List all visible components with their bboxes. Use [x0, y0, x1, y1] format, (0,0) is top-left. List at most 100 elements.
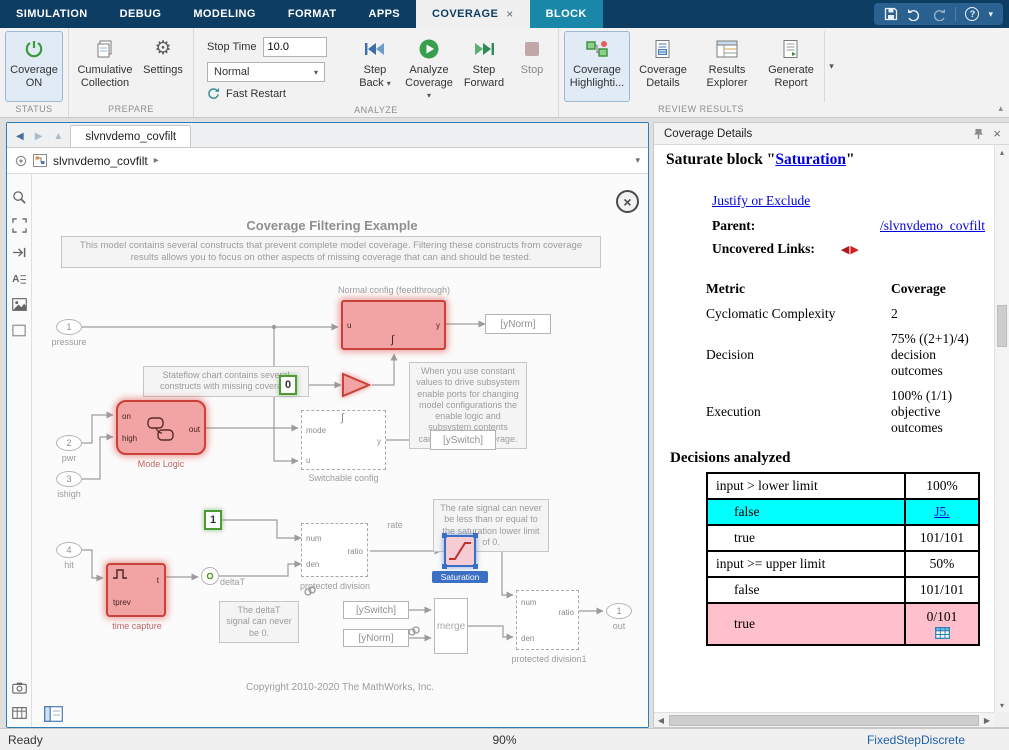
tab-coverage[interactable]: COVERAGE × — [416, 0, 530, 28]
metric-summary-table: Metric Coverage Cyclomatic Complexity 2 … — [706, 281, 985, 436]
redo-icon[interactable] — [931, 8, 946, 21]
coverage-on-button[interactable]: Coverage ON — [5, 31, 63, 102]
decision-count: 0/101 — [927, 609, 958, 625]
breadcrumb-dropdown-icon[interactable]: ▾ — [635, 155, 640, 166]
zoom-icon[interactable] — [12, 190, 27, 205]
tab-debug[interactable]: DEBUG — [104, 0, 178, 28]
horizontal-scrollbar[interactable]: ◀ ▶ — [654, 712, 994, 727]
close-coverage-highlighting-button[interactable]: × — [616, 190, 639, 213]
inport-1[interactable]: 1 — [56, 319, 82, 335]
inport-4[interactable]: 4 — [56, 542, 82, 558]
constant-1-block[interactable]: 1 — [204, 510, 222, 530]
block-delta-t[interactable] — [201, 567, 219, 585]
block-saturation[interactable] — [444, 535, 476, 567]
step-forward-button[interactable]: Step Forward — [459, 31, 509, 103]
from-yswitch-tag[interactable]: [ySwitch] — [343, 601, 409, 619]
constant-0-block[interactable]: 0 — [279, 375, 297, 395]
block-time-capture[interactable]: t tprev — [106, 563, 166, 617]
tab-modeling[interactable]: MODELING — [177, 0, 271, 28]
block-normal-config[interactable]: u y ∫ — [341, 300, 446, 350]
undo-icon[interactable] — [907, 8, 922, 21]
settings-button[interactable]: ⚙ Settings — [138, 31, 188, 102]
fit-to-view-icon[interactable] — [12, 218, 27, 233]
decisions-analyzed-heading: Decisions analyzed — [670, 450, 985, 467]
outport-1[interactable]: 1 — [606, 603, 632, 619]
help-icon[interactable]: ? — [965, 7, 979, 21]
goto-ynorm-tag[interactable]: [yNorm] — [485, 314, 551, 334]
inport-2[interactable]: 2 — [56, 435, 82, 451]
goto-yswitch-tag[interactable]: [ySwitch] — [430, 430, 496, 450]
close-panel-icon[interactable]: × — [993, 127, 1001, 140]
cumulative-collection-button[interactable]: Cumulative Collection — [74, 31, 136, 102]
metric-value: 2 — [891, 306, 977, 322]
solver-name[interactable]: FixedStepDiscrete — [867, 733, 965, 747]
scroll-up-icon[interactable]: ▴ — [995, 145, 1009, 159]
breadcrumb-model-name[interactable]: slvnvdemo_covfilt — [53, 154, 148, 168]
gain-block[interactable] — [341, 371, 372, 399]
sim-mode-dropdown[interactable]: Normal ▾ — [207, 62, 325, 82]
nav-forward-icon[interactable]: ▶ — [31, 131, 47, 147]
justified-rule-link[interactable]: J5. — [934, 504, 949, 519]
stop-time-input[interactable] — [263, 37, 327, 57]
diagram-description-note[interactable]: This model contains several constructs t… — [61, 236, 601, 268]
pin-icon[interactable] — [973, 128, 984, 140]
justify-or-exclude-link[interactable]: Justify or Exclude — [712, 193, 810, 208]
coverage-link-icon[interactable] — [304, 586, 316, 596]
scrollbar-thumb[interactable] — [669, 715, 979, 726]
annotation-icon[interactable]: A — [12, 272, 27, 285]
fast-restart-toggle[interactable]: Fast Restart — [207, 87, 341, 100]
add-test-icon[interactable] — [935, 627, 950, 639]
schedule-editor-icon[interactable] — [12, 707, 27, 719]
delta-t-note[interactable]: The deltaT signal can never be 0. — [219, 601, 299, 643]
results-explorer-button[interactable]: Results Explorer — [696, 31, 758, 102]
table-row: true 101/101 — [707, 525, 979, 551]
block-protected-division[interactable]: num den ratio — [301, 523, 368, 577]
step-back-button[interactable]: Step Back ▾ — [351, 31, 399, 103]
selection-handle[interactable] — [473, 564, 478, 569]
block-merge[interactable]: merge — [434, 598, 468, 654]
nav-back-icon[interactable]: ◀ — [12, 131, 28, 147]
selection-handle[interactable] — [473, 533, 478, 538]
image-icon[interactable] — [12, 298, 27, 311]
tab-close-icon[interactable]: × — [506, 8, 513, 20]
selection-handle[interactable] — [442, 564, 447, 569]
prev-uncovered-icon[interactable]: ◀ — [841, 243, 849, 256]
pan-icon[interactable] — [12, 246, 27, 259]
viewmarks-icon[interactable] — [12, 682, 27, 694]
tab-format[interactable]: FORMAT — [272, 0, 353, 28]
coverage-link-icon[interactable] — [408, 626, 420, 636]
stop-button[interactable]: Stop — [511, 31, 553, 103]
tab-block[interactable]: BLOCK — [530, 0, 603, 28]
block-protected-division1[interactable]: num den ratio — [516, 590, 579, 650]
next-uncovered-icon[interactable]: ▶ — [850, 243, 858, 256]
scrollbar-thumb[interactable] — [997, 305, 1007, 347]
vertical-scrollbar[interactable]: ▴ ▾ — [994, 145, 1009, 712]
parent-model-link[interactable]: /slvnvdemo_covfilt — [880, 218, 985, 234]
collapse-ribbon-icon[interactable]: ▴ — [998, 103, 1003, 114]
document-tab[interactable]: slvnvdemo_covfilt — [70, 125, 191, 147]
scroll-left-icon[interactable]: ◀ — [654, 716, 668, 725]
from-ynorm-tag[interactable]: [yNorm] — [343, 629, 409, 647]
save-icon[interactable] — [884, 7, 898, 21]
model-canvas[interactable]: Coverage Filtering Example This model co… — [32, 174, 648, 727]
analyze-coverage-button[interactable]: Analyze Coverage ▾ — [401, 31, 457, 103]
tab-simulation[interactable]: SIMULATION — [0, 0, 104, 28]
coverage-details-button[interactable]: Coverage Details — [632, 31, 694, 102]
review-results-dropdown-icon[interactable]: ▾ — [824, 31, 838, 102]
scroll-right-icon[interactable]: ▶ — [980, 716, 994, 725]
qat-dropdown-icon[interactable]: ▾ — [988, 9, 993, 20]
scroll-down-icon[interactable]: ▾ — [995, 698, 1009, 712]
saturation-block-link[interactable]: Saturation — [775, 151, 846, 168]
port-label: den — [521, 635, 534, 643]
block-switchable-config[interactable]: mode u y ∫ — [301, 410, 386, 470]
tab-apps[interactable]: APPS — [352, 0, 416, 28]
selection-handle[interactable] — [442, 533, 447, 538]
area-icon[interactable] — [12, 324, 26, 337]
inport-3[interactable]: 3 — [56, 471, 82, 487]
coverage-highlighting-button[interactable]: Coverage Highlighti... — [564, 31, 630, 102]
interface-view-icon[interactable] — [15, 155, 27, 167]
block-mode-logic[interactable]: on high out — [116, 400, 206, 455]
nav-up-icon[interactable]: ▲ — [49, 131, 67, 147]
hide-explorer-bar-icon[interactable] — [44, 706, 63, 722]
generate-report-button[interactable]: Generate Report — [760, 31, 822, 102]
